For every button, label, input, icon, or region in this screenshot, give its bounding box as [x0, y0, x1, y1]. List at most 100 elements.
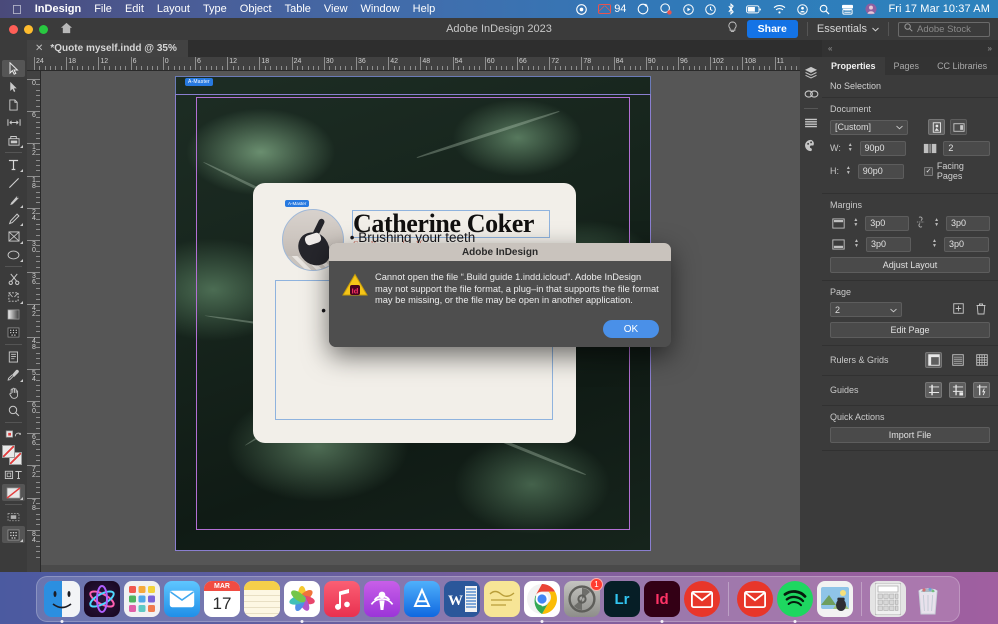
tab-properties[interactable]: Properties [822, 57, 885, 75]
dock-item-photos[interactable] [283, 580, 321, 623]
menu-item-object[interactable]: Object [240, 3, 272, 15]
dock-item-outlook[interactable] [736, 580, 774, 618]
close-window-button[interactable] [9, 24, 18, 34]
note-tool[interactable] [2, 348, 25, 365]
window-controls[interactable] [9, 24, 48, 34]
facing-pages-checkbox[interactable]: ✓ Facing Pages [924, 161, 990, 181]
margin-bottom-field[interactable]: 3p0 [866, 236, 911, 252]
layers-icon[interactable] [800, 61, 822, 83]
wifi-icon[interactable] [773, 4, 786, 14]
height-stepper[interactable]: ▲ ▼ [844, 164, 853, 179]
dock-item-app-store[interactable] [403, 580, 441, 618]
dock-item-trash[interactable] [909, 580, 947, 618]
fill-swatch[interactable] [2, 445, 15, 458]
menu-item-type[interactable]: Type [203, 3, 227, 15]
margin-left-field[interactable]: 3p0 [944, 236, 989, 252]
dock-item-notes[interactable] [243, 580, 281, 618]
line-tool[interactable] [2, 174, 25, 191]
avatar-icon[interactable] [865, 3, 877, 15]
apply-none-button[interactable] [2, 484, 25, 501]
formatting-affects-toggle[interactable] [2, 466, 25, 483]
minimize-window-button[interactable] [24, 24, 33, 34]
bluetooth-icon[interactable] [727, 3, 735, 15]
pen-tool[interactable] [2, 192, 25, 209]
lock-guides-icon[interactable] [949, 382, 966, 398]
normal-view-mode-button[interactable] [2, 508, 25, 525]
margin-left-stepper[interactable]: ▲ ▼ [930, 237, 939, 252]
dock-item-siri[interactable] [83, 580, 121, 618]
margin-top-stepper[interactable]: ▲ ▼ [852, 216, 861, 231]
eyedropper-tool[interactable] [2, 366, 25, 383]
show-rulers-icon[interactable] [925, 352, 942, 368]
menu-item-window[interactable]: Window [361, 3, 400, 15]
margin-top-field[interactable]: 3p0 [865, 215, 910, 231]
collapse-right-icon[interactable]: » [988, 44, 992, 53]
maximize-window-button[interactable] [39, 24, 48, 34]
orientation-landscape-icon[interactable] [950, 119, 967, 135]
gap-tool[interactable] [2, 114, 25, 131]
control-center-icon[interactable] [637, 3, 649, 15]
type-tool[interactable] [2, 156, 25, 173]
add-page-icon[interactable] [953, 302, 964, 317]
menu-item-layout[interactable]: Layout [157, 3, 190, 15]
time-machine-icon[interactable] [705, 3, 717, 15]
gradient-feather-tool[interactable] [2, 324, 25, 341]
dock-item-microsoft-word[interactable]: W [443, 580, 481, 618]
dock-item-launchpad[interactable] [123, 580, 161, 618]
lightbulb-icon[interactable] [727, 21, 738, 37]
height-field[interactable]: 90p0 [857, 163, 905, 179]
workspace-switcher[interactable]: Essentials [817, 23, 879, 35]
hand-tool[interactable] [2, 384, 25, 401]
content-collector-tool[interactable] [2, 132, 25, 149]
screen-share-icon[interactable] [841, 4, 854, 15]
collapse-left-icon[interactable]: « [828, 44, 832, 53]
free-transform-tool[interactable] [2, 288, 25, 305]
menu-item-indesign[interactable]: InDesign [35, 3, 81, 15]
siri-icon[interactable] [660, 3, 673, 15]
pencil-tool[interactable] [2, 210, 25, 227]
dock-item-adobe-lightroom[interactable]: Lr [603, 580, 641, 618]
home-icon[interactable] [60, 22, 73, 36]
ok-button[interactable]: OK [603, 320, 659, 338]
edit-page-button[interactable]: Edit Page [830, 322, 990, 338]
tab-pages[interactable]: Pages [885, 57, 929, 75]
menu-item-edit[interactable]: Edit [125, 3, 144, 15]
dock-item-stickies[interactable] [483, 580, 521, 618]
close-icon[interactable]: ✕ [35, 43, 43, 54]
ellipse-tool[interactable] [2, 246, 25, 263]
paragraph-styles-icon[interactable] [800, 112, 822, 134]
vertical-ruler[interactable]: 061 21 82 43 03 64 24 85 46 06 67 27 88 … [27, 71, 41, 572]
share-button[interactable]: Share [746, 20, 798, 38]
frame-tool[interactable] [2, 228, 25, 245]
preview-mode-button[interactable] [2, 526, 25, 543]
document-tab[interactable]: ✕ *Quote myself.indd @ 35% [27, 40, 188, 57]
orientation-portrait-icon[interactable] [928, 119, 945, 135]
page-tool[interactable] [2, 96, 25, 113]
adobe-stock-search[interactable]: Adobe Stock [898, 21, 990, 37]
horizontal-ruler[interactable]: 24 18 12 6 0 6 12 18 24 30 36 42 48 54 60 66 72 78 84 90 96 1… [27, 57, 822, 71]
dock-item-podcasts[interactable] [363, 580, 401, 618]
margin-bottom-stepper[interactable]: ▲ ▼ [852, 237, 861, 252]
document-preset-select[interactable]: [Custom] [830, 119, 908, 135]
gradient-swatch-tool[interactable] [2, 306, 25, 323]
dock-item-spotify[interactable] [776, 580, 814, 623]
battery-icon[interactable] [746, 4, 762, 14]
pages-count-field[interactable]: 2 [943, 140, 990, 156]
menu-item-help[interactable]: Help [413, 3, 436, 15]
page-select[interactable]: 2 [830, 302, 902, 317]
color-icon[interactable] [800, 134, 822, 156]
zoom-tool[interactable] [2, 402, 25, 419]
dock-item-calendar[interactable]: MAR 17 [203, 580, 241, 618]
smart-guides-icon[interactable] [973, 382, 990, 398]
links-icon[interactable] [800, 83, 822, 105]
dock-item-system-settings[interactable]: 1 [563, 578, 603, 618]
width-field[interactable]: 90p0 [859, 140, 907, 156]
menu-item-file[interactable]: File [94, 3, 112, 15]
menu-item-view[interactable]: View [324, 3, 348, 15]
fill-stroke-swatches[interactable] [2, 445, 25, 466]
dock-item-adobe-indesign[interactable]: Id [643, 580, 681, 623]
width-stepper[interactable]: ▲ ▼ [846, 141, 855, 156]
mail-unread-indicator[interactable]: 94 [598, 3, 626, 15]
apple-icon[interactable]:  [12, 3, 22, 16]
tab-cc-libraries[interactable]: CC Libraries [928, 57, 996, 75]
